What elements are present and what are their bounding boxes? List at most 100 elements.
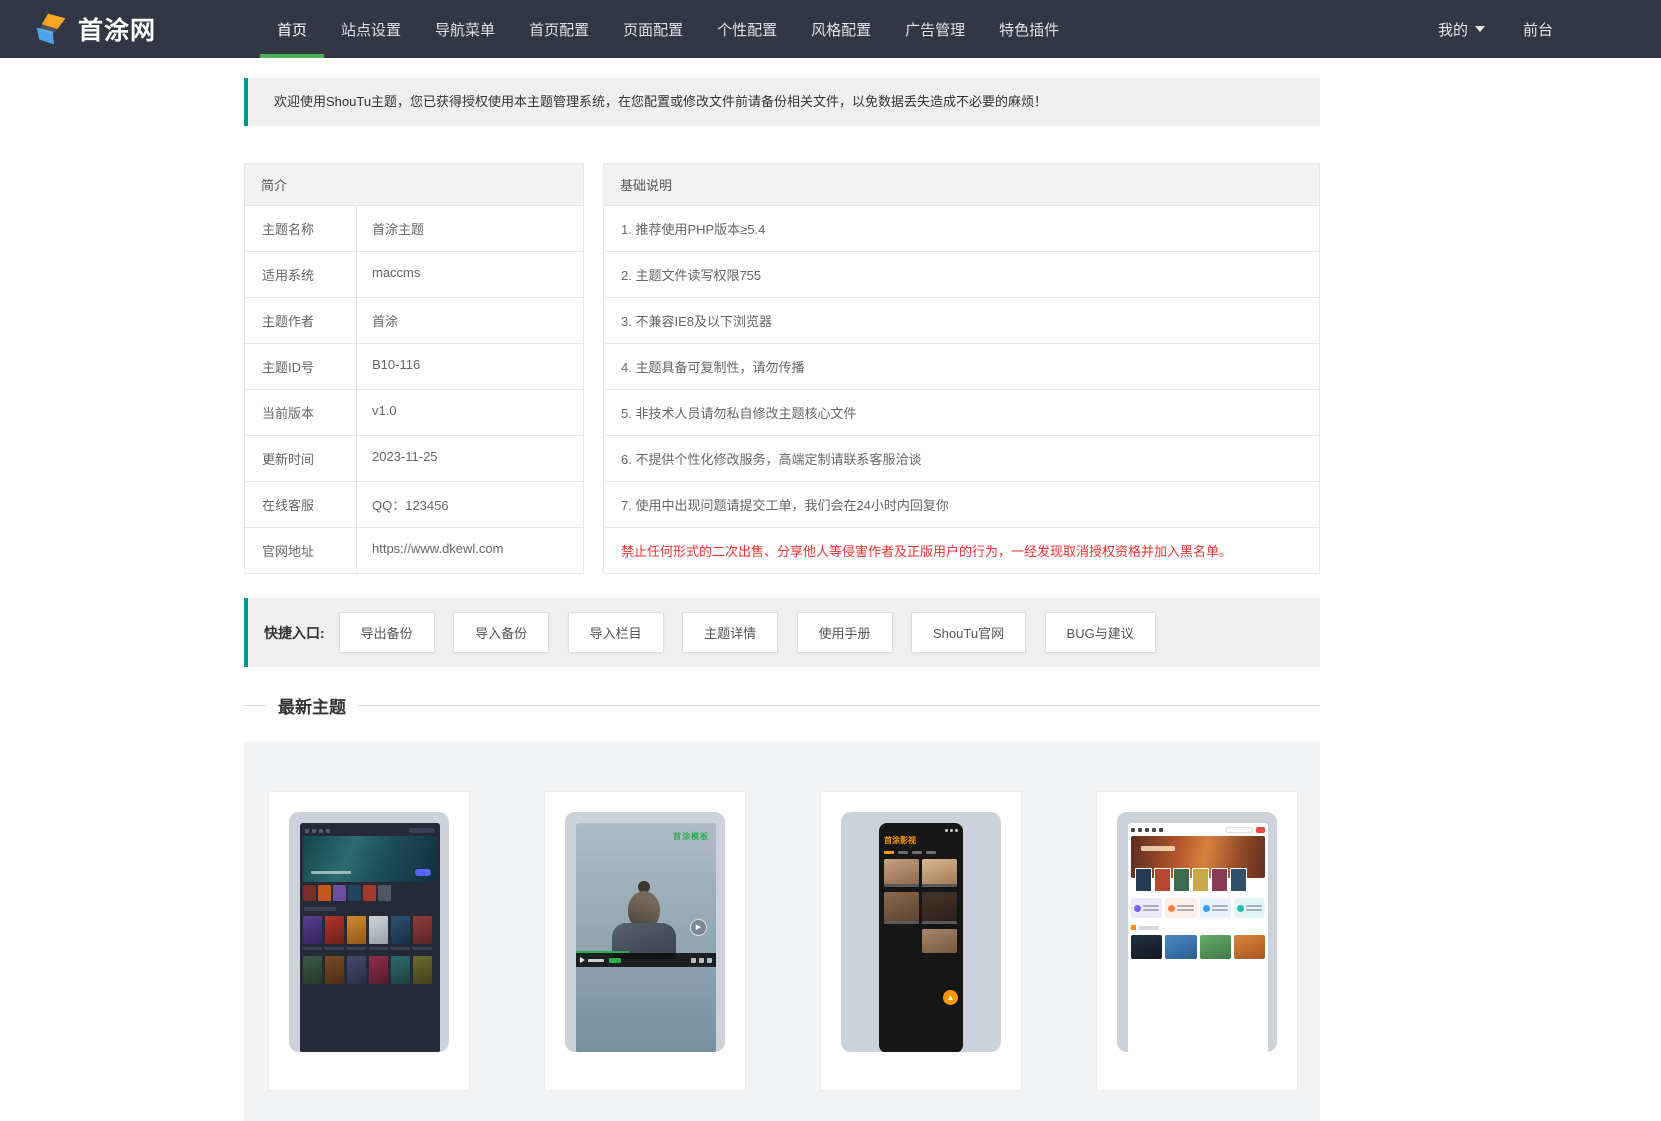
intro-row-label: 更新时间 [245,436,357,481]
nav-item-label: 站点设置 [341,21,402,39]
my-account-label: 我的 [1437,21,1468,39]
mobile-brand-text: 首涂影视 [884,836,916,845]
intro-table: 简介 主题名称 首涂主题 适用系统 maccms 主题作者 首涂 主题ID号 B… [244,163,584,574]
nav-item[interactable]: 特色插件 [982,0,1076,58]
mobile-fab-icon: ▲ [943,990,958,1005]
nav-item-label: 首页配置 [529,21,590,39]
theme-1-preview-screenshot [300,823,440,1052]
quick-entry-label: 快捷入口: [264,624,325,641]
notes-table-body: 1. 推荐使用PHP版本≥5.4 2. 主题文件读写权限755 3. 不兼容IE… [604,205,1319,527]
quick-entry-button[interactable]: 导出备份 [338,612,435,653]
nav-item[interactable]: 首页 [260,0,325,58]
player-watermark: 首涂模板 [673,832,709,841]
quick-entry-button[interactable]: BUG与建议 [1044,612,1156,653]
nav-item-label: 页面配置 [623,21,684,39]
theme-1-thumbnail [289,812,449,1052]
theme-card-2[interactable]: 首涂模板 ▶ [544,791,746,1091]
intro-row-label: 主题名称 [245,206,357,251]
note-row: 5. 非技术人员请勿私自修改主题核心文件 [604,389,1319,435]
logo-text: 首涂网 [78,17,157,45]
nav-item-label: 广告管理 [905,21,966,39]
frontend-label: 前台 [1522,21,1553,39]
theme-card-3[interactable]: 首涂影视 ▲ [820,791,1022,1091]
quick-entry-button[interactable]: 使用手册 [796,612,893,653]
player-controls [576,951,716,967]
note-row: 2. 主题文件读写权限755 [604,251,1319,297]
quick-entry-panel: 快捷入口: 导出备份 导入备份 导入栏目 主题详情 使用手册 ShouTu官网 … [244,598,1320,667]
intro-row-value: v1.0 [372,403,397,418]
frontend-link[interactable]: 前台 [1523,19,1553,40]
quick-entry-button[interactable]: ShouTu官网 [911,612,1027,653]
intro-row-label: 当前版本 [245,390,357,435]
welcome-banner: 欢迎使用ShouTu主题，您已获得授权使用本主题管理系统，在您配置或修改文件前请… [244,78,1320,126]
main-content: 欢迎使用ShouTu主题，您已获得授权使用本主题管理系统，在您配置或修改文件前请… [244,78,1320,1121]
intro-row-label: 主题ID号 [245,344,357,389]
notes-table: 基础说明 1. 推荐使用PHP版本≥5.4 2. 主题文件读写权限755 3. … [603,163,1320,574]
intro-table-row: 更新时间 2023-11-25 [245,435,583,481]
section-title-text: 最新主题 [278,698,346,717]
play-button-icon: ▶ [690,919,707,936]
latest-themes-section-title: 最新主题 [244,693,1320,718]
license-warning-text: 禁止任何形式的二次出售、分享他人等侵害作者及正版用户的行为，一经发现取消授权资格… [604,527,1319,573]
intro-row-value: QQ：123456 [372,498,449,513]
intro-table-row: 主题作者 首涂 [245,297,583,343]
intro-row-value: B10-116 [372,357,421,372]
intro-table-row: 主题名称 首涂主题 [245,205,583,251]
quick-entry-button[interactable]: 导入栏目 [567,612,664,653]
theme-card-4[interactable] [1096,791,1298,1091]
intro-row-value: https://www.dkewl.com [372,541,504,556]
note-row: 4. 主题具备可复制性，请勿传播 [604,343,1319,389]
welcome-text: 欢迎使用ShouTu主题，您已获得授权使用本主题管理系统，在您配置或修改文件前请… [274,94,1048,109]
nav-right: 我的 前台 [1438,0,1553,58]
intro-row-label: 适用系统 [245,252,357,297]
top-navbar: 首涂网 首页 站点设置 导航菜单 首页配置 页面配置 个性配置 风格配置 广告管… [0,0,1661,58]
nav-item[interactable]: 广告管理 [888,0,982,58]
intro-table-row: 主题ID号 B10-116 [245,343,583,389]
nav-item-label: 首页 [277,21,308,39]
nav-item-label: 个性配置 [717,21,778,39]
logo[interactable]: 首涂网 [34,0,156,58]
note-row: 7. 使用中出现问题请提交工单，我们会在24小时内回复你 [604,481,1319,527]
note-row: 6. 不提供个性化修改服务，高端定制请联系客服洽谈 [604,435,1319,481]
main-nav: 首页 站点设置 导航菜单 首页配置 页面配置 个性配置 风格配置 广告管理 特色… [260,0,1076,58]
theme-2-preview-screenshot: 首涂模板 ▶ [576,823,716,1052]
intro-row-label: 在线客服 [245,482,357,527]
latest-themes-panel: 首涂模板 ▶ 首涂影视 ▲ [244,741,1320,1121]
nav-item[interactable]: 首页配置 [512,0,606,58]
theme-4-thumbnail [1117,812,1277,1052]
theme-4-preview-screenshot [1128,823,1268,1052]
theme-3-preview-screenshot: 首涂影视 ▲ [879,823,963,1052]
nav-item-label: 特色插件 [999,21,1060,39]
nav-item[interactable]: 站点设置 [324,0,418,58]
intro-table-body: 主题名称 首涂主题 适用系统 maccms 主题作者 首涂 主题ID号 B10-… [245,205,583,573]
intro-row-label: 官网地址 [245,528,357,573]
divider-line [358,705,1320,706]
intro-table-row: 官网地址 https://www.dkewl.com [245,527,583,573]
intro-row-value: 首涂 [372,314,399,329]
info-tables: 简介 主题名称 首涂主题 适用系统 maccms 主题作者 首涂 主题ID号 B… [244,163,1320,574]
my-account-menu[interactable]: 我的 [1438,19,1485,40]
note-row: 1. 推荐使用PHP版本≥5.4 [604,205,1319,251]
intro-table-row: 当前版本 v1.0 [245,389,583,435]
intro-table-row: 适用系统 maccms [245,251,583,297]
intro-row-value: maccms [372,265,421,280]
notes-table-header: 基础说明 [604,164,1319,205]
nav-item[interactable]: 页面配置 [606,0,700,58]
intro-row-value: 2023-11-25 [372,449,438,464]
theme-card-1[interactable] [268,791,470,1091]
theme-3-thumbnail: 首涂影视 ▲ [841,812,1001,1052]
note-row: 3. 不兼容IE8及以下浏览器 [604,297,1319,343]
intro-row-label: 主题作者 [245,298,357,343]
nav-item[interactable]: 风格配置 [794,0,888,58]
chevron-down-icon [1474,26,1485,32]
nav-item[interactable]: 导航菜单 [418,0,512,58]
intro-table-row: 在线客服 QQ：123456 [245,481,583,527]
nav-item[interactable]: 个性配置 [700,0,794,58]
quick-entry-button[interactable]: 导入备份 [453,612,550,653]
logo-icon [36,13,66,45]
intro-table-header: 简介 [245,164,583,205]
nav-item-label: 导航菜单 [435,21,496,39]
quick-entry-button[interactable]: 主题详情 [682,612,779,653]
divider-line [244,705,266,706]
intro-row-value: 首涂主题 [372,222,425,237]
